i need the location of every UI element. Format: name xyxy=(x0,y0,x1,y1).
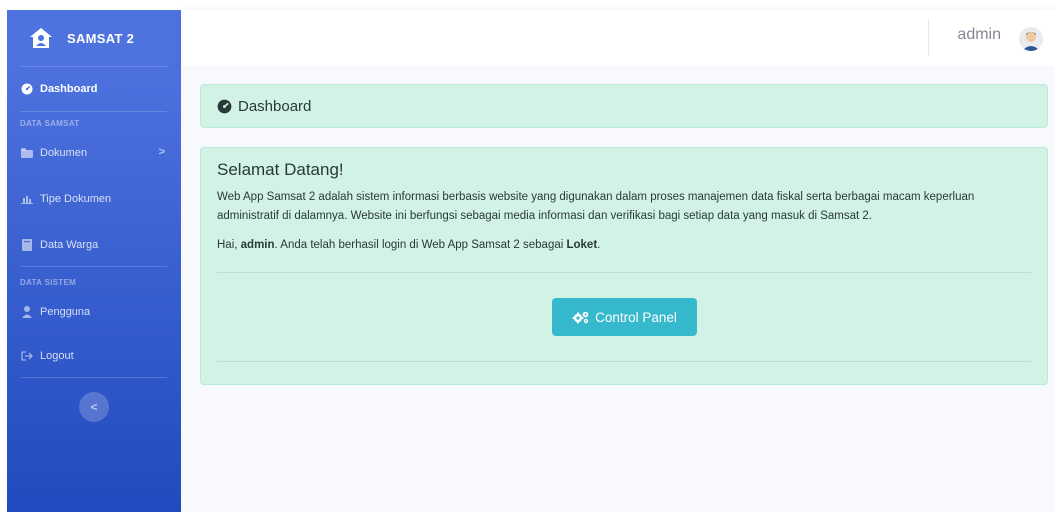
sidebar-divider xyxy=(21,266,167,267)
sidebar-item-logout[interactable]: Logout xyxy=(7,335,181,377)
welcome-greeting: Hai, admin. Anda telah berhasil login di… xyxy=(217,236,1031,255)
user-name[interactable]: admin xyxy=(957,26,1001,44)
avatar[interactable] xyxy=(1019,27,1043,51)
brand-link[interactable]: SAMSAT 2 xyxy=(7,10,181,66)
sidebar-item-data-warga[interactable]: Data Warga xyxy=(7,224,181,266)
sidebar-item-pengguna[interactable]: Pengguna xyxy=(7,291,181,333)
welcome-card: Selamat Datang! Web App Samsat 2 adalah … xyxy=(200,147,1048,385)
greeting-middle: . Anda telah berhasil login di Web App S… xyxy=(274,239,567,251)
sidebar-item-label: Logout xyxy=(40,350,74,362)
folder-icon xyxy=(20,148,34,158)
greeting-suffix: . xyxy=(597,239,601,251)
sign-out-icon xyxy=(20,351,34,361)
user-icon xyxy=(20,306,34,318)
sidebar-item-label: Pengguna xyxy=(40,306,91,318)
sidebar-divider xyxy=(21,111,167,112)
sidebar-item-dashboard[interactable]: Dashboard xyxy=(7,67,181,111)
main-content: Dashboard Selamat Datang! Web App Samsat… xyxy=(181,66,1055,512)
book-icon xyxy=(20,239,34,251)
card-divider xyxy=(217,272,1031,273)
tachometer-icon xyxy=(20,83,34,95)
sidebar-item-dokumen[interactable]: Dokumen > xyxy=(7,132,181,174)
sidebar-item-label: Dashboard xyxy=(40,83,98,95)
sidebar-divider xyxy=(21,377,167,378)
brand-title: SAMSAT 2 xyxy=(67,30,135,46)
topbar-divider xyxy=(928,20,929,56)
sidebar-item-label: Data Warga xyxy=(40,239,99,251)
tachometer-icon xyxy=(217,99,232,114)
topbar: admin xyxy=(181,10,1055,66)
cogs-icon xyxy=(572,310,590,324)
breadcrumb: Dashboard xyxy=(200,84,1048,128)
sidebar-toggle-button[interactable]: < xyxy=(79,392,109,422)
sidebar-heading-data-samsat: DATA SAMSAT xyxy=(20,119,80,128)
sidebar-item-tipe-dokumen[interactable]: Tipe Dokumen xyxy=(7,178,181,220)
greeting-role: Loket xyxy=(566,239,598,251)
page-title: Dashboard xyxy=(238,97,312,115)
control-panel-button[interactable]: Control Panel xyxy=(552,298,697,336)
control-panel-label: Control Panel xyxy=(595,309,677,325)
greeting-user: admin xyxy=(240,239,275,251)
sidebar-item-label: Tipe Dokumen xyxy=(40,193,112,205)
sidebar-item-label: Dokumen xyxy=(40,147,88,159)
welcome-title: Selamat Datang! xyxy=(217,160,344,179)
welcome-description: Web App Samsat 2 adalah sistem informasi… xyxy=(217,191,975,222)
chart-icon xyxy=(20,194,34,204)
card-divider xyxy=(217,361,1031,362)
greeting-prefix: Hai, xyxy=(217,239,241,251)
chevron-right-icon: > xyxy=(158,146,165,158)
house-user-icon xyxy=(29,27,53,49)
sidebar-heading-data-sistem: DATA SISTEM xyxy=(20,278,77,287)
sidebar: SAMSAT 2 Dashboard DATA SAMSAT Dokumen >… xyxy=(7,10,181,512)
